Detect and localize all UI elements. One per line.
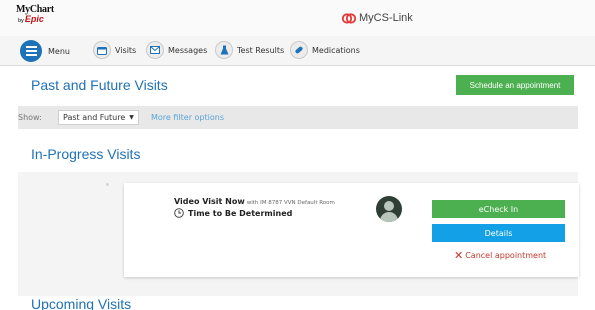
mychart-logo[interactable]: MyChart byEpic [16,5,54,24]
visits-header: Past and Future Visits Schedule an appoi… [18,68,578,106]
nav-label-test-results: Test Results [237,45,285,55]
hamburger-menu-icon [20,40,42,62]
show-select-value: Past and Future [63,113,126,122]
nav-bar: Menu Visits Messages Test Results Medica… [0,36,595,66]
logo-by-text: by [18,18,24,24]
clock-icon [174,208,184,218]
envelope-icon [146,41,164,59]
more-filter-options-link[interactable]: More filter options [151,113,224,122]
pills-icon [290,41,308,59]
details-button[interactable]: Details [432,224,565,242]
nav-item-test-results[interactable]: Test Results [215,41,284,59]
in-progress-title: In-Progress Visits [31,146,141,162]
nav-label-visits: Visits [115,45,137,55]
flask-icon [215,41,233,59]
cancel-appointment-link[interactable]: ✕ Cancel appointment [454,249,546,262]
top-bar: MyChart byEpic MyCS-Link [0,0,595,36]
nav-label-menu: Menu [48,46,70,56]
brand-name: MyCS-Link [359,12,413,24]
visit-time-label: Time to Be Determined [188,208,293,218]
brand: MyCS-Link [342,12,413,24]
nav-label-messages: Messages [168,45,208,55]
upcoming-visits-title: Upcoming Visits [31,296,132,310]
nav-item-medications[interactable]: Medications [290,41,360,59]
visit-type: Video Visit Now with IM 8787 VVN Default … [174,197,335,206]
provider-avatar [376,196,402,222]
timeline-dot [106,183,109,186]
logo-epic-word: Epic [24,14,44,24]
visit-type-label: Video Visit Now [174,197,245,206]
visit-location: with IM 8787 VVN Default Room [246,200,335,206]
cancel-appointment-label: Cancel appointment [465,251,547,260]
visit-card: Video Visit Now with IM 8787 VVN Default … [124,183,579,277]
show-label: Show: [18,113,42,122]
nav-label-medications: Medications [312,45,360,55]
echeck-in-button[interactable]: eCheck In [432,200,565,218]
filter-bar: Show: Past and Future ▼ More filter opti… [18,106,578,129]
schedule-appointment-button[interactable]: Schedule an appointment [456,75,574,95]
chevron-down-icon: ▼ [129,114,134,121]
show-filter-select[interactable]: Past and Future ▼ [58,110,139,125]
visit-time: Time to Be Determined [174,208,292,218]
nav-item-visits[interactable]: Visits [93,41,136,59]
nav-item-messages[interactable]: Messages [146,41,207,59]
logo-epic-text: byEpic [18,15,54,24]
close-icon: ✕ [454,249,464,262]
page-title: Past and Future Visits [31,77,168,93]
nav-item-menu[interactable]: Menu [20,40,70,62]
brand-logo-icon [342,12,356,24]
calendar-icon [93,41,111,59]
